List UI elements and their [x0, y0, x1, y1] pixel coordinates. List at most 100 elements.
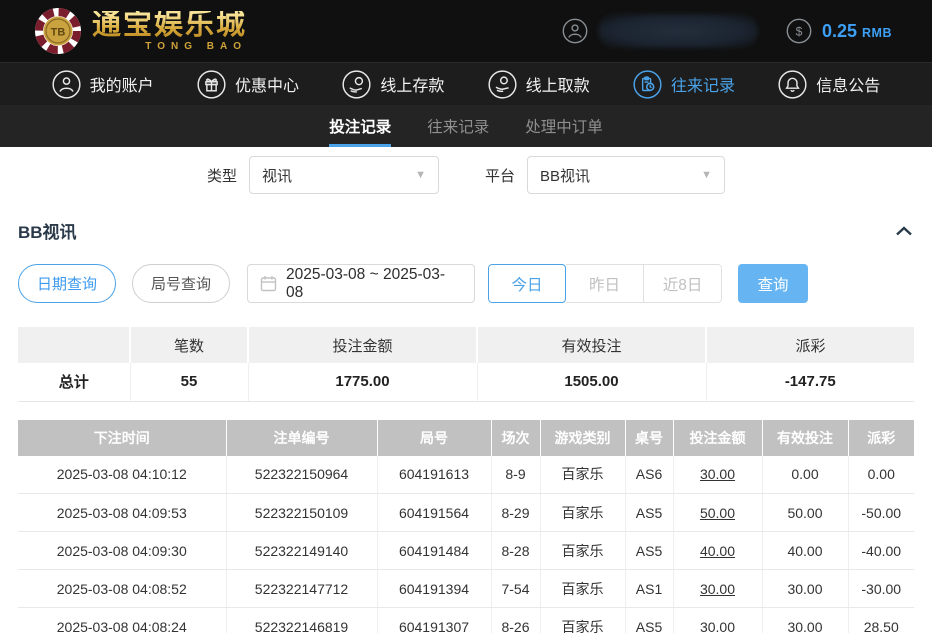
bet-time: 2025-03-08 04:10:12	[18, 456, 226, 494]
table-row: 2025-03-08 04:09:53 522322150109 6041915…	[18, 494, 914, 532]
chevron-up-icon[interactable]	[894, 224, 914, 238]
quick-range-group: 今日 昨日 近8日	[488, 264, 722, 303]
round-id: 604191307	[377, 608, 491, 633]
summary-payout: -147.75	[706, 363, 914, 401]
payout: 0.00	[848, 456, 914, 494]
summary-total-row: 总计 55 1775.00 1505.00 -147.75	[18, 363, 914, 401]
order-id: 522322149140	[226, 532, 377, 570]
order-id: 522322147712	[226, 570, 377, 608]
date-range-input[interactable]: 2025-03-08 ~ 2025-03-08	[247, 264, 475, 303]
balance-currency: RMB	[862, 26, 892, 40]
summary-header-payout: 派彩	[706, 327, 914, 363]
round-id: 604191564	[377, 494, 491, 532]
nav-item-announcements[interactable]: 信息公告	[778, 70, 880, 99]
bet-time: 2025-03-08 04:08:24	[18, 608, 226, 633]
casino-chip-icon: TB	[34, 7, 82, 55]
filter-row: 类型 视讯 ▼ 平台 BB视讯 ▼	[18, 156, 914, 194]
bet-amount-link[interactable]: 50.00	[673, 494, 762, 532]
query-toolbar: 日期查询 局号查询 2025-03-08 ~ 2025-03-08 今日 昨日 …	[18, 264, 914, 303]
round-id: 604191613	[377, 456, 491, 494]
user-icon	[52, 70, 81, 99]
user-icon[interactable]	[562, 18, 588, 44]
balance-display: 0.25 RMB	[822, 21, 892, 42]
game-type: 百家乐	[540, 494, 625, 532]
date-range-value: 2025-03-08 ~ 2025-03-08	[286, 266, 462, 302]
section-title: BB视讯	[18, 218, 77, 243]
header-session: 场次	[491, 420, 540, 456]
svg-text:$: $	[796, 24, 803, 38]
table-row: 2025-03-08 04:09:30 522322149140 6041914…	[18, 532, 914, 570]
date-query-button[interactable]: 日期查询	[18, 264, 116, 303]
valid-bet: 0.00	[762, 456, 848, 494]
header-payout: 派彩	[848, 420, 914, 456]
round-id: 604191394	[377, 570, 491, 608]
payout: -30.00	[848, 570, 914, 608]
today-button[interactable]: 今日	[488, 264, 566, 303]
main-nav: 我的账户 优惠中心 线上存款 线上取款	[0, 62, 932, 105]
nav-label: 信息公告	[816, 72, 880, 96]
summary-count: 55	[130, 363, 248, 401]
last-8-days-button[interactable]: 近8日	[644, 264, 722, 303]
payout: 28.50	[848, 608, 914, 633]
header-order-id: 注单编号	[226, 420, 377, 456]
bet-amount-link[interactable]: 30.00	[673, 456, 762, 494]
summary-valid-bet: 1505.00	[477, 363, 706, 401]
site-logo[interactable]: TB 通宝娱乐城 TONG BAO	[34, 7, 247, 55]
logo-title: 通宝娱乐城	[92, 11, 247, 40]
header-table-no: 桌号	[625, 420, 673, 456]
session: 8-28	[491, 532, 540, 570]
summary-header-blank	[18, 327, 130, 363]
tab-pending-orders[interactable]: 处理中订单	[525, 105, 603, 147]
platform-filter-label: 平台	[485, 165, 515, 186]
nav-item-deposit[interactable]: 线上存款	[342, 70, 444, 99]
header-bet-time: 下注时间	[18, 420, 226, 456]
nav-item-records[interactable]: 往来记录	[633, 70, 735, 99]
game-type: 百家乐	[540, 532, 625, 570]
summary-table: 笔数 投注金额 有效投注 派彩 总计 55 1775.00 1505.00 -1…	[18, 327, 914, 402]
nav-label: 优惠中心	[235, 72, 299, 96]
header-bet-amount: 投注金额	[673, 420, 762, 456]
records-icon	[633, 70, 662, 99]
calendar-icon	[260, 275, 277, 292]
nav-item-withdraw[interactable]: 线上取款	[488, 70, 590, 99]
balance-amount: 0.25	[822, 21, 857, 42]
bet-amount-link[interactable]: 30.00	[673, 608, 762, 633]
nav-label: 线上取款	[526, 72, 590, 96]
bet-time: 2025-03-08 04:09:53	[18, 494, 226, 532]
chevron-down-icon: ▼	[415, 169, 426, 181]
type-select[interactable]: 视讯 ▼	[249, 156, 439, 194]
username-redacted	[598, 14, 758, 48]
bet-time: 2025-03-08 04:08:52	[18, 570, 226, 608]
tab-bet-records[interactable]: 投注记录	[329, 105, 391, 147]
sub-nav: 投注记录 往来记录 处理中订单	[0, 105, 932, 147]
bet-records-table: 下注时间 注单编号 局号 场次 游戏类别 桌号 投注金额 有效投注 派彩 202…	[18, 420, 914, 633]
round-query-button[interactable]: 局号查询	[132, 264, 230, 303]
dollar-icon: $	[786, 18, 812, 44]
nav-label: 往来记录	[671, 72, 735, 96]
deposit-icon	[342, 70, 371, 99]
table-header-row: 下注时间 注单编号 局号 场次 游戏类别 桌号 投注金额 有效投注 派彩	[18, 420, 914, 456]
tab-transaction-records[interactable]: 往来记录	[427, 105, 489, 147]
valid-bet: 40.00	[762, 532, 848, 570]
bet-time: 2025-03-08 04:09:30	[18, 532, 226, 570]
game-type: 百家乐	[540, 608, 625, 633]
bet-amount-link[interactable]: 40.00	[673, 532, 762, 570]
summary-bet-amount: 1775.00	[248, 363, 477, 401]
platform-select[interactable]: BB视讯 ▼	[527, 156, 725, 194]
order-id: 522322150109	[226, 494, 377, 532]
bet-amount-link[interactable]: 30.00	[673, 570, 762, 608]
svg-text:TB: TB	[51, 27, 66, 39]
yesterday-button[interactable]: 昨日	[566, 264, 644, 303]
summary-header-bet-amount: 投注金额	[248, 327, 477, 363]
session: 7-54	[491, 570, 540, 608]
logo-subtitle: TONG BAO	[145, 42, 247, 52]
nav-label: 我的账户	[90, 72, 154, 96]
summary-header-row: 笔数 投注金额 有效投注 派彩	[18, 327, 914, 363]
search-button[interactable]: 查询	[738, 264, 808, 303]
nav-item-my-account[interactable]: 我的账户	[52, 70, 154, 99]
type-filter-label: 类型	[207, 165, 237, 186]
withdraw-icon	[488, 70, 517, 99]
game-type: 百家乐	[540, 570, 625, 608]
nav-item-promotions[interactable]: 优惠中心	[197, 70, 299, 99]
table-no: AS5	[625, 608, 673, 633]
